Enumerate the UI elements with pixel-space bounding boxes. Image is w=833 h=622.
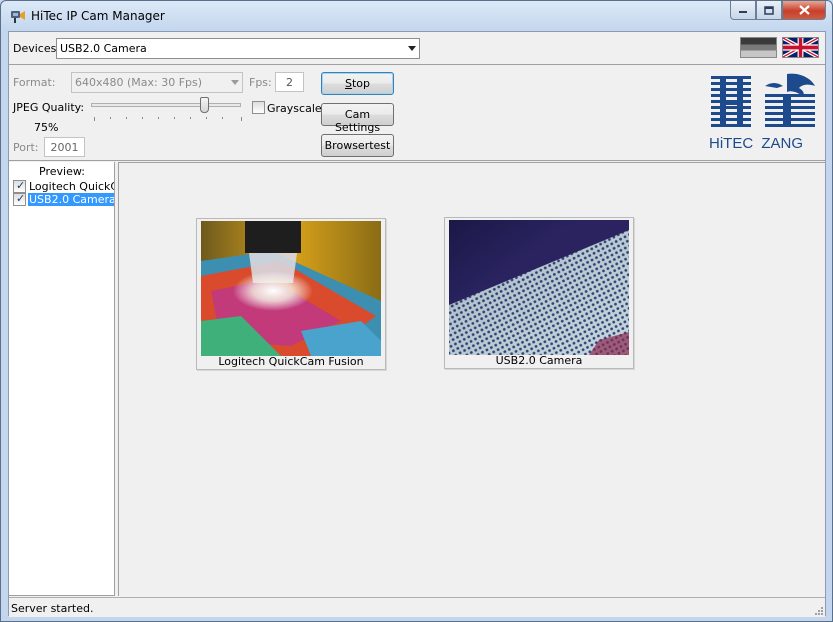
fps-input[interactable]: 2 [275,72,304,92]
format-dropdown[interactable]: 640x480 (Max: 30 Fps) [71,72,243,93]
logo-text-zang: ZANG [761,135,803,152]
devices-label: Devices: [13,42,61,55]
camera-preview-image [449,220,629,355]
devices-dropdown[interactable]: USB2.0 Camera [56,38,420,59]
preview-item-label: Logitech QuickCam Fusion [29,180,114,193]
hitec-zang-logo: HiTEC ZANG [709,73,815,152]
stop-button-label: top [351,77,370,90]
preview-checkbox-usb[interactable]: ✓ [13,193,26,206]
maximize-icon [764,5,774,15]
checkmark-icon: ✓ [16,180,26,192]
chevron-down-icon [231,80,239,85]
preview-item-usb[interactable]: ✓ USB2.0 Camera [13,193,114,206]
cam-settings-button[interactable]: Cam Settings [321,103,394,134]
jpeg-quality-label: JPEG Quality: [13,101,85,114]
window-title: HiTec IP Cam Manager [31,9,165,23]
stop-button[interactable]: Stop [321,72,394,95]
close-icon [798,5,810,15]
minimize-icon [739,11,747,13]
logo-text-hitec: HiTEC [709,135,753,152]
browsertest-button[interactable]: Browsertest [321,134,394,157]
app-icon [11,11,25,23]
preview-item-label: USB2.0 Camera [28,193,114,206]
preview-item-logitech[interactable]: ✓ Logitech QuickCam Fusion [13,180,114,193]
grayscale-label: Grayscale [267,102,322,115]
camera-card-usb[interactable]: USB2.0 Camera [444,217,634,369]
camera-label: USB2.0 Camera [495,354,583,367]
camera-label: Logitech QuickCam Fusion [218,355,364,368]
format-label: Format: [13,76,56,89]
settings-panel: Format: 640x480 (Max: 30 Fps) Fps: 2 Sto… [9,66,825,161]
jpeg-quality-slider-thumb[interactable] [199,97,209,113]
slider-ticks [94,117,242,121]
uk-flag-icon[interactable] [782,37,819,58]
logo-text: HiTEC ZANG [709,135,803,152]
client-area: Devices: USB2.0 Camera Format: 640x480 (… [8,31,826,617]
devices-selected: USB2.0 Camera [60,42,147,55]
checkmark-icon: ✓ [16,193,26,205]
german-flag-icon[interactable] [740,37,777,58]
minimize-button[interactable] [730,1,756,20]
preview-list: Preview: ✓ Logitech QuickCam Fusion ✓ US… [9,162,115,596]
resize-grip-icon[interactable] [813,605,823,615]
fps-label: Fps: [249,76,272,89]
grayscale-checkbox[interactable] [252,101,265,114]
preview-title: Preview: [39,165,85,178]
format-selected: 640x480 (Max: 30 Fps) [75,76,203,89]
camera-preview-image [201,221,381,356]
maximize-button[interactable] [756,1,782,20]
camera-card-logitech[interactable]: Logitech QuickCam Fusion [196,218,386,370]
chevron-down-icon [408,46,416,51]
close-button[interactable] [782,1,826,20]
devices-row: Devices: USB2.0 Camera [9,32,825,65]
jpeg-quality-value: 75% [34,121,59,134]
uk-flag-graphic [783,38,818,57]
camera-view-area: Logitech QuickCam Fusion USB2.0 Camera [118,162,825,596]
title-bar[interactable]: HiTec IP Cam Manager [1,1,832,31]
app-window: HiTec IP Cam Manager Devices: USB2.0 Cam… [0,0,833,622]
jpeg-quality-slider-track[interactable] [91,103,241,107]
port-label: Port: [13,141,39,154]
port-input[interactable]: 2001 [44,137,85,157]
caption-buttons [730,1,826,20]
preview-checkbox-logitech[interactable]: ✓ [13,180,26,193]
stop-button-accel: S [344,77,352,90]
status-text: Server started. [11,602,94,615]
status-bar: Server started. [9,597,825,617]
